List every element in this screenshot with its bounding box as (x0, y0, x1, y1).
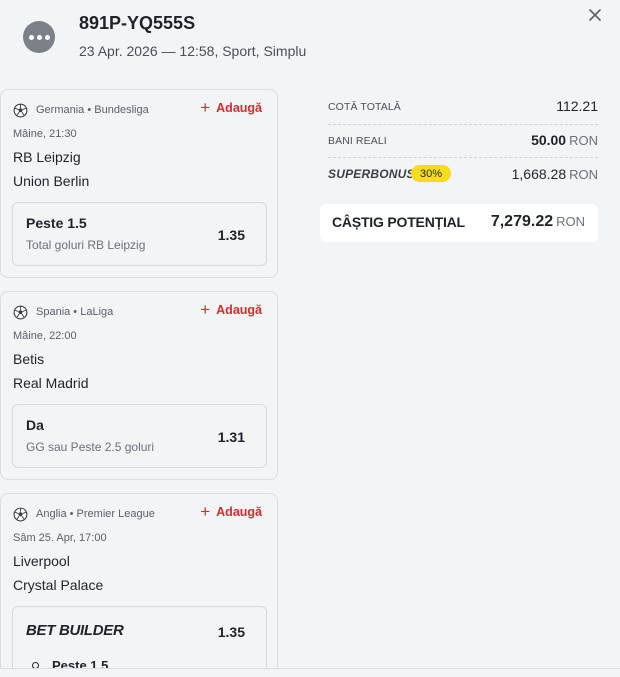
ticket-meta: 23 Apr. 2026 — 12:58, Sport, Simplu (79, 43, 307, 59)
total-odds-value-wrap: 112.21 (556, 98, 598, 114)
total-odds-value: 112.21 (556, 98, 598, 114)
kickoff-time: Mâine, 21:30 (13, 128, 77, 140)
soccer-ball-icon (13, 103, 28, 117)
potential-win-box: CÂȘTIG POTENȚIAL 7,279.22 RON (320, 204, 598, 242)
stake-value-wrap: 50.00 RON (531, 132, 598, 148)
kickoff-time: Mâine, 22:00 (13, 330, 77, 342)
ticket-header: 891P-YQ555S 23 Apr. 2026 — 12:58, Sport,… (0, 0, 620, 80)
add-button[interactable]: + Adaugă (200, 300, 262, 319)
add-label: Adaugă (216, 303, 262, 317)
home-team: RB Leipzig (13, 149, 81, 165)
superbonus-value-wrap: 1,668.28 RON (512, 166, 598, 182)
total-odds-row: COTĂ TOTALĂ 112.21 (328, 96, 598, 118)
event-header: Anglia • Premier League (13, 506, 155, 522)
bet-builder-box[interactable]: BET BUILDER 1.35 Peste 1.5 (12, 606, 267, 677)
plus-icon: + (200, 502, 211, 521)
selection-odd: 1.31 (217, 429, 245, 445)
more-dots-icon[interactable] (23, 21, 55, 53)
bet-builder-title: BET BUILDER (26, 622, 124, 639)
plus-icon: + (200, 300, 211, 319)
selection-odd: 1.35 (217, 227, 245, 243)
dot (28, 34, 34, 40)
event-header: Germania • Bundesliga (13, 102, 149, 118)
selection-box[interactable]: Peste 1.5 Total goluri RB Leipzig 1.35 (12, 202, 267, 266)
soccer-ball-icon (13, 305, 28, 319)
potential-win-value: 7,279.22 (490, 213, 554, 230)
selection-name: Da (26, 417, 44, 433)
stake-row: BANI REALI 50.00 RON (328, 130, 598, 152)
home-team: Liverpool (13, 553, 70, 569)
add-button[interactable]: + Adaugă (200, 502, 262, 521)
bottom-bar (0, 668, 620, 677)
superbonus-currency: RON (569, 167, 598, 182)
potential-win-currency: RON (556, 214, 585, 229)
stake-label: BANI REALI (328, 135, 387, 147)
selection-box[interactable]: Da GG sau Peste 2.5 goluri 1.31 (12, 404, 267, 468)
superbonus-badge: 30% (411, 165, 452, 182)
event-header: Spania • LaLiga (13, 304, 113, 320)
superbonus-row: SUPERBONUS 30% 1,668.28 RON (328, 165, 598, 187)
away-team: Union Berlin (13, 173, 90, 189)
kickoff-time: Sâm 25. Apr, 17:00 (13, 532, 107, 544)
bet-builder-odd: 1.35 (217, 624, 245, 640)
superbonus-value: 1,668.28 (511, 166, 567, 182)
ticket-id: 891P-YQ555S (79, 13, 196, 33)
away-team: Crystal Palace (13, 577, 104, 593)
superbonus-label: SUPERBONUS (328, 167, 415, 181)
selection-name: Peste 1.5 (26, 215, 87, 231)
divider (328, 124, 598, 125)
dot (44, 34, 50, 40)
away-team: Real Madrid (13, 375, 89, 391)
potential-win-label: CÂȘTIG POTENȚIAL (332, 214, 465, 230)
league-name: Anglia • Premier League (36, 508, 155, 520)
plus-icon: + (200, 98, 211, 117)
event-card: Spania • LaLiga + Adaugă Mâine, 22:00 Be… (0, 291, 278, 480)
league-name: Spania • LaLiga (36, 306, 114, 318)
add-button[interactable]: + Adaugă (200, 98, 262, 117)
stake-currency: RON (569, 133, 598, 148)
soccer-ball-icon (13, 507, 28, 521)
dot (36, 34, 42, 40)
potential-win-value-wrap: 7,279.22 RON (491, 213, 585, 231)
stake-value: 50.00 (531, 132, 567, 148)
add-label: Adaugă (216, 101, 262, 115)
event-card: Germania • Bundesliga + Adaugă Mâine, 21… (0, 89, 278, 278)
event-card: Anglia • Premier League + Adaugă Sâm 25.… (0, 493, 278, 677)
add-label: Adaugă (216, 505, 262, 519)
total-odds-label: COTĂ TOTALĂ (328, 101, 401, 113)
home-team: Betis (13, 351, 45, 367)
divider (328, 157, 598, 158)
selection-market: Total goluri RB Leipzig (26, 238, 146, 252)
selection-market: GG sau Peste 2.5 goluri (26, 440, 155, 454)
close-icon[interactable] (584, 4, 606, 26)
league-name: Germania • Bundesliga (36, 104, 149, 116)
